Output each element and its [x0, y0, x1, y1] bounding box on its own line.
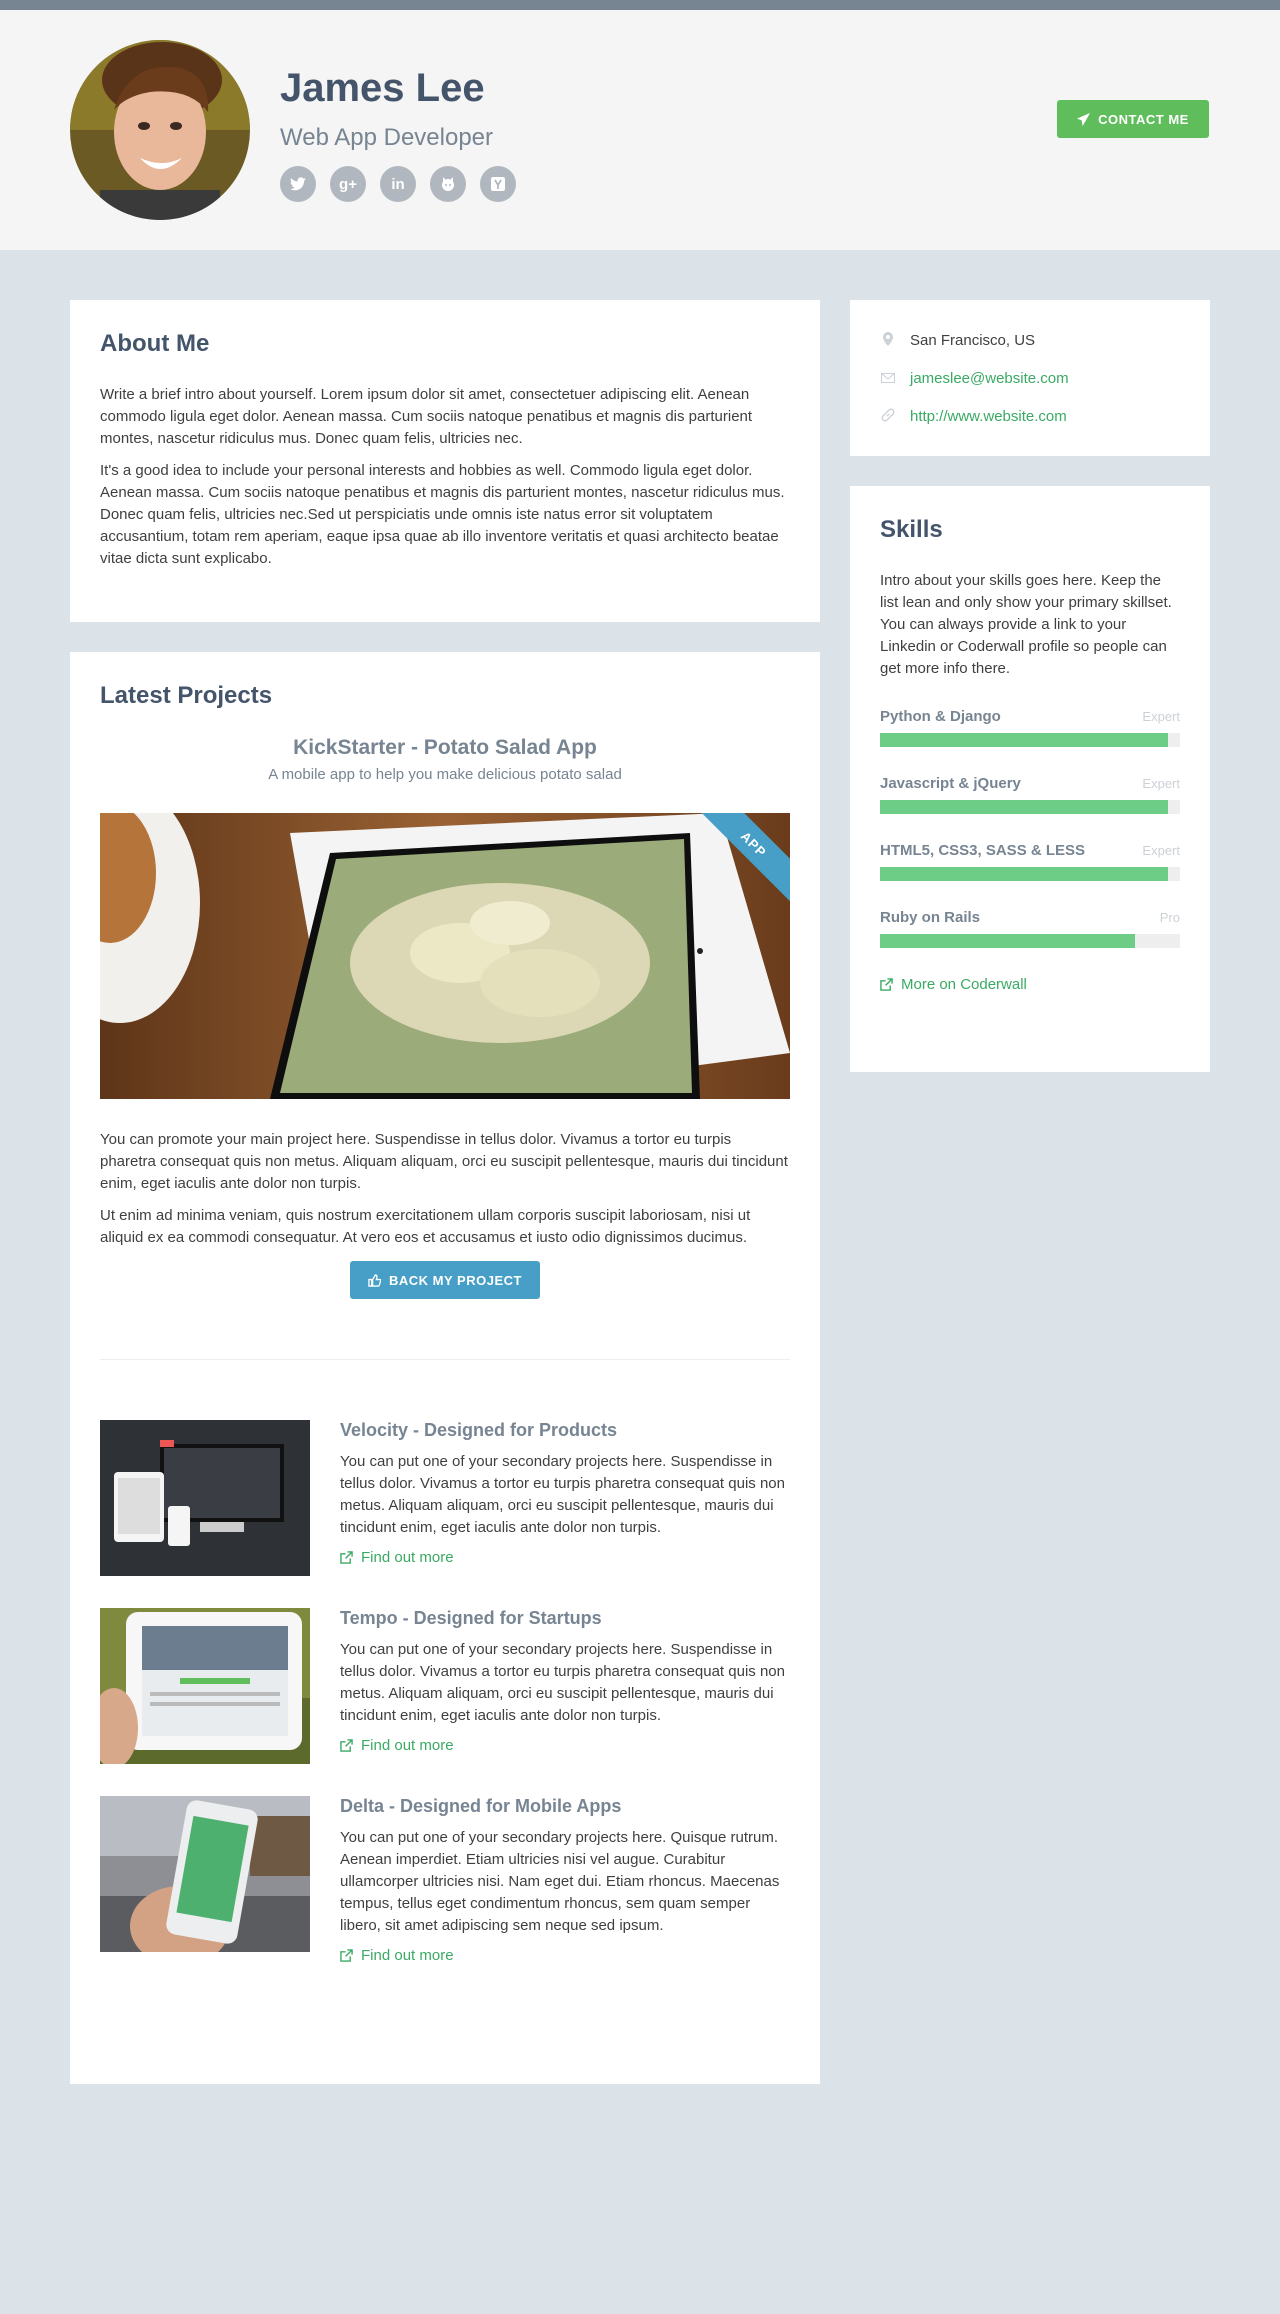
- skill-bar: [880, 800, 1180, 814]
- featured-project-title[interactable]: KickStarter - Potato Salad App: [100, 736, 790, 760]
- external-link-icon: [880, 978, 893, 991]
- find-out-more-label: Find out more: [361, 1549, 454, 1566]
- hacker-news-icon[interactable]: [480, 166, 516, 202]
- external-link-icon: [340, 1949, 353, 1962]
- skill-bar: [880, 733, 1180, 747]
- top-accent-bar: [0, 0, 1280, 10]
- secondary-project-text: You can put one of your secondary projec…: [340, 1453, 785, 1536]
- projects-card: Latest Projects KickStarter - Potato Sal…: [70, 652, 820, 2084]
- back-project-label: BACK MY PROJECT: [389, 1272, 522, 1288]
- secondary-project: Tempo - Designed for Startups You can pu…: [100, 1608, 790, 1764]
- project-thumbnail-delta[interactable]: [100, 1796, 310, 1952]
- secondary-project-text: You can put one of your secondary projec…: [340, 1829, 780, 1934]
- profile-name: James Lee: [280, 66, 485, 110]
- skills-intro: Intro about your skills goes here. Keep …: [880, 572, 1172, 677]
- secondary-project: Delta - Designed for Mobile Apps You can…: [100, 1796, 790, 1964]
- skill-bar-fill: [880, 800, 1168, 814]
- featured-paragraph: You can promote your main project here. …: [100, 1131, 788, 1192]
- about-paragraph: Write a brief intro about yourself. Lore…: [100, 386, 753, 447]
- map-marker-icon: [880, 331, 896, 349]
- thumbs-up-icon: [368, 1273, 382, 1287]
- find-out-more-label: Find out more: [361, 1947, 454, 1964]
- skill-name: Javascript & jQuery: [880, 775, 1021, 792]
- secondary-project-title[interactable]: Velocity - Designed for Products: [340, 1420, 790, 1441]
- skill-level: Expert: [1142, 709, 1180, 724]
- linkedin-icon[interactable]: in: [380, 166, 416, 202]
- paper-plane-icon: [1077, 112, 1091, 126]
- email-row[interactable]: jameslee@website.com: [880, 368, 1180, 388]
- back-project-button[interactable]: BACK MY PROJECT: [350, 1261, 540, 1299]
- envelope-icon: [880, 371, 896, 386]
- skill-bar: [880, 867, 1180, 881]
- skill-bar-fill: [880, 867, 1168, 881]
- secondary-project-title[interactable]: Delta - Designed for Mobile Apps: [340, 1796, 790, 1817]
- skill-bar-fill: [880, 733, 1168, 747]
- skill-item: HTML5, CSS3, SASS & LESS Expert: [880, 842, 1180, 881]
- coderwall-label: More on Coderwall: [901, 976, 1027, 993]
- about-paragraph: It's a good idea to include your persona…: [100, 462, 785, 567]
- skill-item: Ruby on Rails Pro: [880, 909, 1180, 948]
- social-links: g+ in: [280, 166, 516, 202]
- skill-name: Ruby on Rails: [880, 909, 981, 926]
- github-icon[interactable]: [430, 166, 466, 202]
- coderwall-link[interactable]: More on Coderwall: [880, 976, 1180, 993]
- skills-title: Skills: [880, 516, 943, 543]
- skill-name: HTML5, CSS3, SASS & LESS: [880, 842, 1086, 859]
- divider: [100, 1359, 790, 1360]
- skill-level: Expert: [1142, 776, 1180, 791]
- find-out-more-link[interactable]: Find out more: [340, 1737, 790, 1754]
- external-link-icon: [340, 1551, 353, 1564]
- email-link[interactable]: jameslee@website.com: [910, 370, 1069, 387]
- skill-level: Pro: [1159, 910, 1180, 925]
- find-out-more-label: Find out more: [361, 1737, 454, 1754]
- location-row: San Francisco, US: [880, 330, 1180, 350]
- profile-header: James Lee Web App Developer g+ in CONTAC…: [0, 10, 1280, 250]
- contact-button-label: CONTACT ME: [1098, 111, 1189, 127]
- link-icon: [880, 407, 896, 425]
- secondary-project-text: You can put one of your secondary projec…: [340, 1641, 785, 1724]
- skill-bar-fill: [880, 934, 1135, 948]
- projects-title: Latest Projects: [100, 682, 273, 709]
- website-row[interactable]: http://www.website.com: [880, 406, 1180, 426]
- skill-bar: [880, 934, 1180, 948]
- contact-button[interactable]: CONTACT ME: [1057, 100, 1209, 138]
- skills-card: Skills Intro about your skills goes here…: [850, 486, 1210, 1072]
- google-plus-icon[interactable]: g+: [330, 166, 366, 202]
- find-out-more-link[interactable]: Find out more: [340, 1947, 790, 1964]
- website-link[interactable]: http://www.website.com: [910, 408, 1067, 425]
- secondary-project-title[interactable]: Tempo - Designed for Startups: [340, 1608, 790, 1629]
- featured-paragraph: Ut enim ad minima veniam, quis nostrum e…: [100, 1207, 751, 1246]
- skill-item: Python & Django Expert: [880, 708, 1180, 747]
- featured-project-image[interactable]: APP: [100, 813, 790, 1099]
- external-link-icon: [340, 1739, 353, 1752]
- project-thumbnail-tempo[interactable]: [100, 1608, 310, 1764]
- about-title: About Me: [100, 330, 210, 357]
- find-out-more-link[interactable]: Find out more: [340, 1549, 790, 1566]
- featured-project-desc: A mobile app to help you make delicious …: [268, 766, 622, 783]
- avatar: [70, 40, 250, 220]
- project-thumbnail-velocity[interactable]: [100, 1420, 310, 1576]
- secondary-project: Velocity - Designed for Products You can…: [100, 1420, 790, 1576]
- skill-item: Javascript & jQuery Expert: [880, 775, 1180, 814]
- profile-role: Web App Developer: [280, 124, 494, 151]
- skill-level: Expert: [1142, 843, 1180, 858]
- skill-name: Python & Django: [880, 708, 1001, 725]
- twitter-icon[interactable]: [280, 166, 316, 202]
- about-card: About Me Write a brief intro about yours…: [70, 300, 820, 622]
- location-text: San Francisco, US: [910, 331, 1036, 349]
- info-card: San Francisco, US jameslee@website.com h…: [850, 300, 1210, 456]
